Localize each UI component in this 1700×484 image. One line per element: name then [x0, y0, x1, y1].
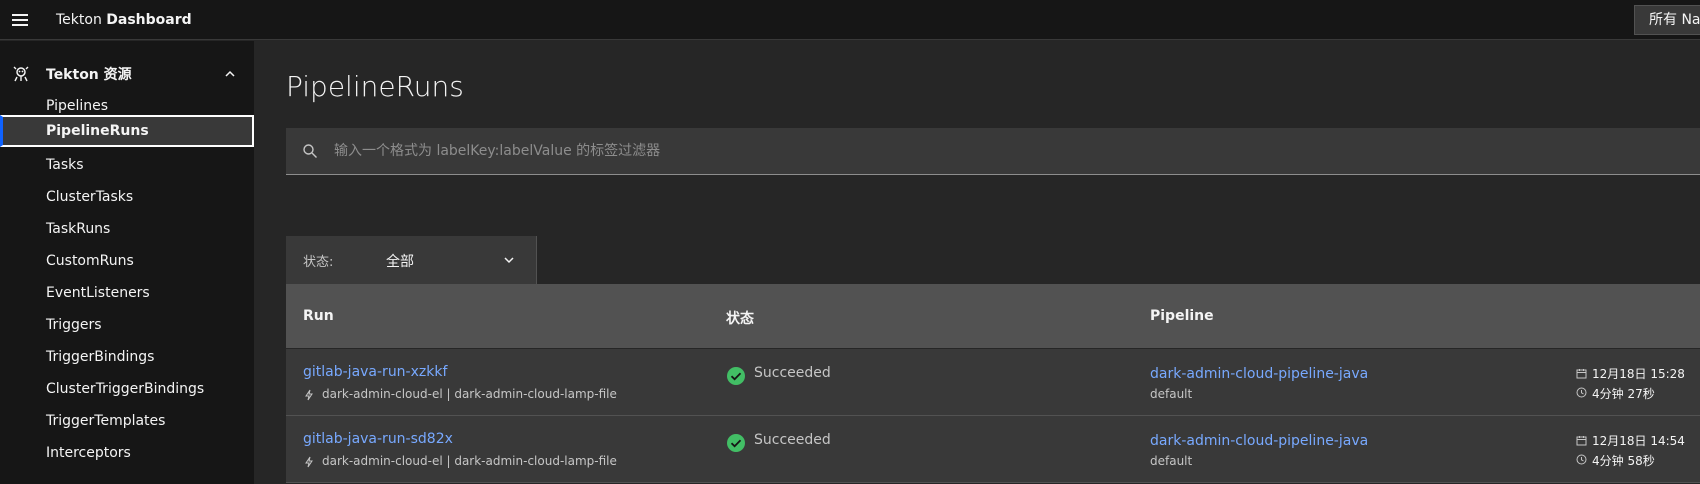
chevron-up-icon[interactable]	[223, 67, 237, 81]
chevron-down-icon	[504, 257, 514, 264]
sidebar-item-interceptors[interactable]: Interceptors	[0, 437, 254, 469]
status-text: Succeeded	[754, 432, 831, 448]
duration: 4分钟 58秒	[1592, 454, 1655, 468]
clock-icon	[1576, 387, 1587, 398]
sidebar-item-clustertasks[interactable]: ClusterTasks	[0, 181, 254, 213]
table-header: Run 状态 Pipeline	[286, 284, 1700, 348]
table-row: gitlab-java-run-sd82x dark-admin-cloud-e…	[286, 416, 1700, 483]
top-header: Tekton Dashboard 所有 Na	[0, 0, 1700, 40]
pipeline-link[interactable]: dark-admin-cloud-pipeline-java	[1150, 433, 1368, 449]
sidebar-section-title: Tekton 资源	[46, 67, 132, 83]
lightning-icon	[305, 389, 313, 401]
column-header-run[interactable]: Run	[303, 308, 334, 324]
status-filter-value: 全部	[386, 254, 414, 270]
brand-bold: Dashboard	[106, 11, 192, 28]
pipeline-link[interactable]: dark-admin-cloud-pipeline-java	[1150, 366, 1368, 382]
brand-light: Tekton	[56, 11, 107, 28]
status-filter-dropdown[interactable]: 状态: 全部	[286, 236, 537, 284]
calendar-icon	[1576, 369, 1587, 379]
success-check-icon	[727, 434, 745, 452]
duration: 4分钟 27秒	[1592, 387, 1655, 401]
created-date: 12月18日 14:54	[1592, 434, 1685, 448]
sidebar-item-triggertemplates[interactable]: TriggerTemplates	[0, 405, 254, 437]
sidebar-item-clustertriggerbindings[interactable]: ClusterTriggerBindings	[0, 373, 254, 405]
tekton-logo-icon	[13, 66, 29, 82]
status-text: Succeeded	[754, 365, 831, 381]
sidebar-item-tasks[interactable]: Tasks	[0, 149, 254, 181]
column-header-pipeline[interactable]: Pipeline	[1150, 308, 1214, 324]
sidebar-item-taskruns[interactable]: TaskRuns	[0, 213, 254, 245]
sidebar-section-header[interactable]: Tekton 资源	[0, 58, 254, 90]
label-filter-search	[286, 128, 1700, 175]
table-row: gitlab-java-run-xzkkf dark-admin-cloud-e…	[286, 349, 1700, 416]
namespace-select[interactable]: 所有 Na	[1634, 5, 1700, 35]
trigger-info: dark-admin-cloud-el | dark-admin-cloud-l…	[322, 387, 617, 401]
created-date: 12月18日 15:28	[1592, 367, 1685, 381]
search-icon	[303, 144, 317, 158]
run-link[interactable]: gitlab-java-run-sd82x	[303, 431, 453, 447]
sidebar-item-customruns[interactable]: CustomRuns	[0, 245, 254, 277]
page-title: PipelineRuns	[286, 70, 464, 103]
sidebar-item-triggerbindings[interactable]: TriggerBindings	[0, 341, 254, 373]
sidebar: Tekton 资源 Pipelines PipelineRuns Tasks C…	[0, 41, 254, 484]
calendar-icon	[1576, 436, 1587, 446]
lightning-icon	[305, 456, 313, 468]
status-filter-label: 状态:	[303, 255, 334, 270]
column-header-status[interactable]: 状态	[726, 308, 754, 328]
run-link[interactable]: gitlab-java-run-xzkkf	[303, 364, 447, 380]
app-brand[interactable]: Tekton Dashboard	[56, 12, 192, 28]
search-input[interactable]	[334, 128, 1634, 174]
clock-icon	[1576, 454, 1587, 465]
trigger-info: dark-admin-cloud-el | dark-admin-cloud-l…	[322, 454, 617, 468]
menu-icon[interactable]	[0, 0, 40, 40]
sidebar-item-pipelineruns[interactable]: PipelineRuns	[0, 115, 254, 147]
success-check-icon	[727, 367, 745, 385]
sidebar-item-triggers[interactable]: Triggers	[0, 309, 254, 341]
sidebar-item-eventlisteners[interactable]: EventListeners	[0, 277, 254, 309]
namespace-text: default	[1150, 387, 1193, 401]
namespace-text: default	[1150, 454, 1193, 468]
